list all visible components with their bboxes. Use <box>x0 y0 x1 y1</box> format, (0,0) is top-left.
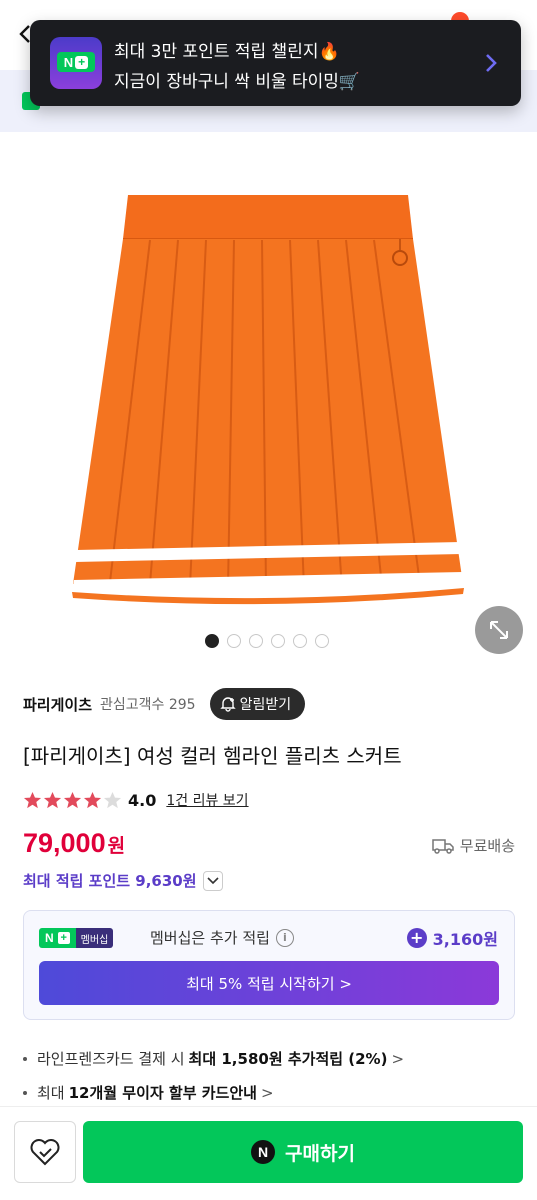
star-icon <box>23 791 42 808</box>
plus-circle-icon: + <box>406 928 427 948</box>
bullet <box>23 1056 27 1061</box>
bullet <box>23 1090 27 1095</box>
carousel-dot[interactable] <box>315 634 329 648</box>
product-title: [파리게이츠] 여성 컬러 헴라인 플리츠 스커트 <box>23 744 402 768</box>
chevron-right-icon[interactable] <box>483 52 499 74</box>
reviews-link[interactable]: 1건 리뷰 보기 <box>166 790 248 810</box>
max-points-label: 최대 적립 포인트 9,630원 <box>23 872 197 890</box>
store-name[interactable]: 파리게이츠 <box>23 694 92 715</box>
membership-start-button[interactable]: 최대 5% 적립 시작하기 > <box>39 961 499 1005</box>
chevron-down-icon[interactable] <box>202 870 223 891</box>
price-unit: 원 <box>107 835 126 857</box>
alarm-button[interactable]: 알림받기 <box>209 688 306 720</box>
buy-button[interactable]: N 구매하기 <box>83 1121 523 1183</box>
store-row: 파리게이츠 관심고객수 295 알림받기 <box>23 688 306 720</box>
carousel-dot[interactable] <box>271 634 285 648</box>
card-benefit-line[interactable]: 라인프렌즈카드 결제 시 최대 1,580원 추가적립 (2%) > <box>23 1048 404 1069</box>
star-rating <box>23 791 122 810</box>
carousel-dot[interactable] <box>293 634 307 648</box>
star-icon <box>63 791 82 808</box>
heart-check-icon <box>30 1139 60 1166</box>
naver-plus-icon: N + <box>50 37 102 89</box>
carousel-dot[interactable] <box>205 634 219 648</box>
truck-icon <box>432 838 454 854</box>
carousel-dot[interactable] <box>227 634 241 648</box>
bottom-action-bar: N 구매하기 <box>0 1106 537 1200</box>
store-fans-count: 관심고객수 295 <box>100 697 196 713</box>
bell-plus-icon <box>219 697 236 712</box>
carousel-dot[interactable] <box>249 634 263 648</box>
membership-box: N + 멤버십 멤버십은 추가 적립 i + 3,160원 최대 5% 적립 시작… <box>23 910 515 1020</box>
membership-tag: N + 멤버십 <box>39 928 114 948</box>
naver-pay-icon: N <box>251 1140 276 1164</box>
shipping-label: 무료배송 <box>459 837 515 855</box>
star-empty-icon <box>103 791 122 808</box>
promo-toast[interactable]: N + 최대 3만 포인트 적립 챌린지🔥 지금이 장바구니 싹 비울 타이밍🛒 <box>30 20 521 106</box>
wishlist-button[interactable] <box>14 1121 76 1183</box>
price: 79,000 원 <box>23 828 125 859</box>
max-points[interactable]: 최대 적립 포인트 9,630원 <box>23 870 223 891</box>
rating-row: 4.0 1건 리뷰 보기 <box>23 788 249 812</box>
buy-label: 구매하기 <box>285 1142 355 1165</box>
installment-info-line[interactable]: 최대 12개월 무이자 할부 카드안내 > <box>23 1082 274 1103</box>
toast-subtitle: 지금이 장바구니 싹 비울 타이밍🛒 <box>114 72 361 92</box>
skirt-illustration <box>72 195 464 605</box>
rating-score: 4.0 <box>128 790 157 810</box>
star-icon <box>43 791 62 808</box>
toast-title: 최대 3만 포인트 적립 챌린지🔥 <box>114 42 340 62</box>
shipping-info: 무료배송 <box>432 835 515 856</box>
product-image[interactable] <box>0 132 537 660</box>
expand-icon[interactable] <box>475 606 523 654</box>
membership-desc: 멤버십은 추가 적립 i <box>150 927 294 948</box>
carousel-indicator <box>205 634 329 648</box>
alarm-label: 알림받기 <box>239 697 292 713</box>
membership-amount: + 3,160원 <box>406 926 498 950</box>
star-icon <box>83 791 102 808</box>
price-value: 79,000 <box>23 828 106 858</box>
info-icon[interactable]: i <box>275 928 294 947</box>
